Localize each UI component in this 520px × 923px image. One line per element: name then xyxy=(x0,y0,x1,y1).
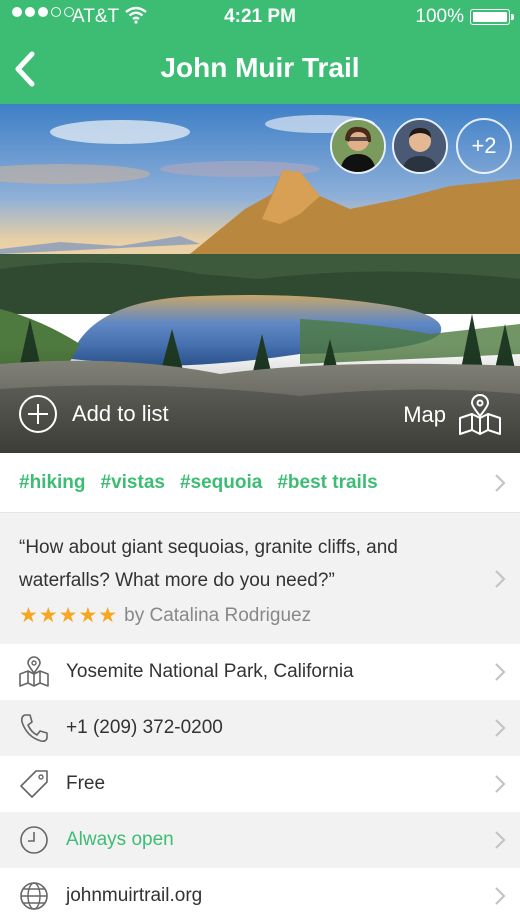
add-to-list-label: Add to list xyxy=(72,401,169,426)
page-title: John Muir Trail xyxy=(160,52,360,83)
star-rating-icon: ★★★★★ xyxy=(19,604,119,627)
chevron-right-icon xyxy=(495,570,506,588)
review-quote: “How about giant sequoias, granite cliff… xyxy=(19,537,398,591)
map-button[interactable]: Map xyxy=(403,394,502,436)
chevron-right-icon xyxy=(495,474,506,492)
nav-header: AT&T 4:21 PM 100% John Muir Trail xyxy=(0,0,520,104)
hero-image: +2 Add to list Map xyxy=(0,104,520,453)
hours-row[interactable]: Always open xyxy=(0,812,520,868)
chevron-right-icon xyxy=(495,831,506,849)
price-row[interactable]: Free xyxy=(0,756,520,812)
rating-line: ★★★★★ by Catalina Rodriguez xyxy=(19,603,460,628)
map-pin-icon xyxy=(459,394,501,435)
more-friends-badge[interactable]: +2 xyxy=(456,118,512,174)
website-row[interactable]: johnmuirtrail.org xyxy=(0,868,520,923)
battery-percent: 100% xyxy=(415,6,464,27)
review-author: by Catalina Rodriguez xyxy=(124,604,312,626)
review-row[interactable]: “How about giant sequoias, granite cliff… xyxy=(0,513,520,644)
globe-icon xyxy=(20,882,48,910)
location-label: Yosemite National Park, California xyxy=(66,661,354,682)
map-icon xyxy=(19,656,49,687)
battery-icon xyxy=(470,9,514,25)
location-row[interactable]: Yosemite National Park, California xyxy=(0,644,520,700)
tag-sequoia[interactable]: #sequoia xyxy=(180,472,262,494)
status-bar: AT&T 4:21 PM 100% xyxy=(0,0,520,34)
chevron-right-icon xyxy=(495,663,506,681)
website-label[interactable]: johnmuirtrail.org xyxy=(66,885,202,907)
add-to-list-button[interactable]: Add to list xyxy=(18,394,169,434)
map-label: Map xyxy=(403,402,446,427)
phone-icon xyxy=(21,714,48,742)
price-label: Free xyxy=(66,773,106,794)
friend-avatar[interactable] xyxy=(330,118,386,174)
chevron-right-icon xyxy=(495,719,506,737)
hours-label: Always open xyxy=(66,829,174,850)
price-tag-icon xyxy=(20,770,48,798)
tag-best-trails[interactable]: #best trails xyxy=(277,472,377,494)
chevron-right-icon xyxy=(495,887,506,905)
clock-icon xyxy=(20,826,48,854)
tag-hiking[interactable]: #hiking xyxy=(19,472,86,494)
phone-row[interactable]: +1 (209) 372-0200 xyxy=(0,700,520,756)
phone-label: +1 (209) 372-0200 xyxy=(66,717,223,738)
tag-vistas[interactable]: #vistas xyxy=(101,472,165,494)
friend-avatar[interactable] xyxy=(392,118,448,174)
chevron-right-icon xyxy=(495,775,506,793)
plus-circle-icon xyxy=(19,395,57,433)
tags-row[interactable]: #hiking #vistas #sequoia #best trails xyxy=(0,453,520,513)
